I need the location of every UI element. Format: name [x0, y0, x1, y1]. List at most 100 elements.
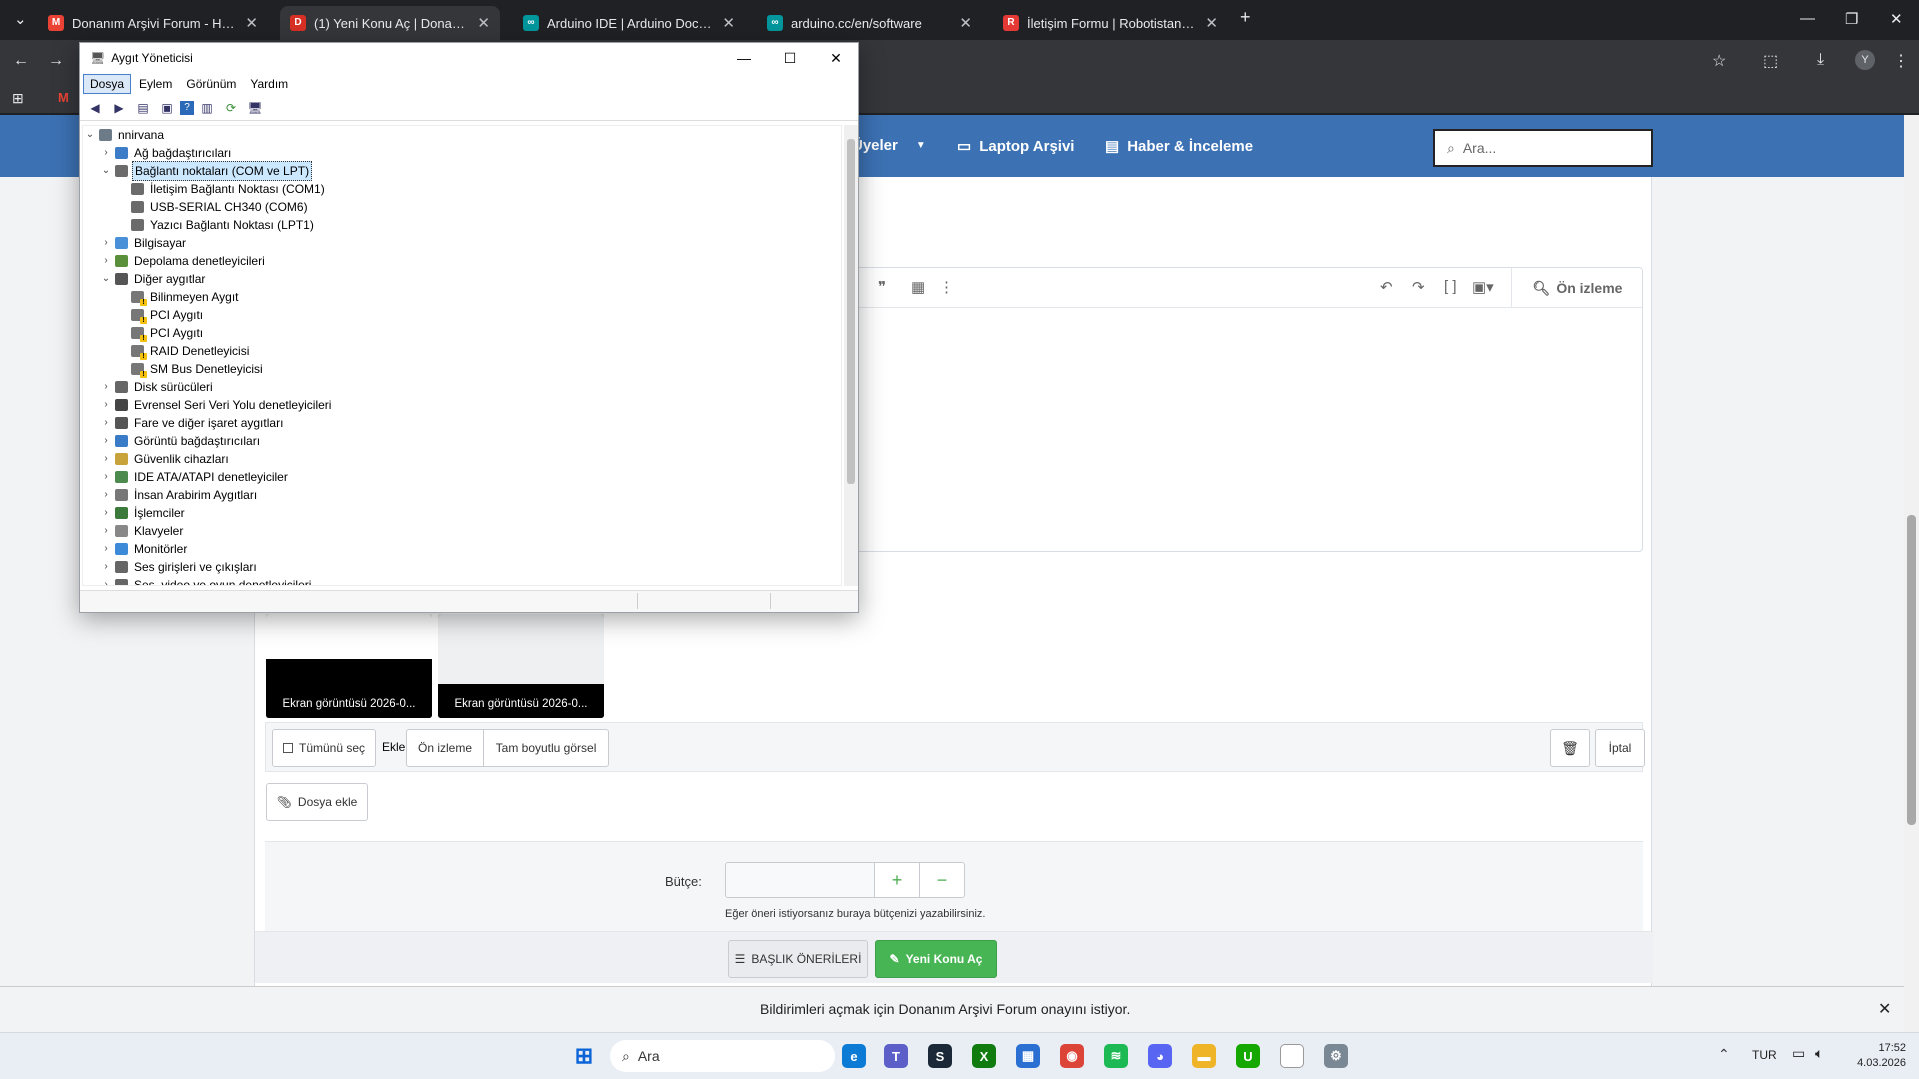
- tab-close-icon[interactable]: ✕: [245, 14, 258, 32]
- tree-device[interactable]: PCI Aygıtı: [83, 306, 823, 324]
- chrome-icon[interactable]: ◉: [1060, 1044, 1084, 1068]
- back-arrow-icon[interactable]: ◀: [84, 98, 106, 118]
- increment-button[interactable]: +: [874, 862, 920, 898]
- chevron-down-icon[interactable]: ▼: [916, 140, 926, 151]
- tree-device[interactable]: SM Bus Denetleyicisi: [83, 360, 823, 378]
- browser-tab[interactable]: R İletişim Formu | Robotistan.com ✕: [993, 6, 1228, 40]
- teams-icon[interactable]: T: [884, 1044, 908, 1068]
- maximize-icon[interactable]: ☐: [767, 43, 813, 73]
- tree-category[interactable]: › Klavyeler: [83, 522, 823, 540]
- chevron-right-icon[interactable]: ›: [99, 414, 113, 432]
- tree-category[interactable]: › İşlemciler: [83, 504, 823, 522]
- tree-root[interactable]: ⌄ nnirvana: [83, 126, 823, 144]
- chevron-down-icon[interactable]: ⌄: [99, 162, 113, 180]
- device-manager-icon[interactable]: ⚙: [1324, 1044, 1348, 1068]
- bookmark-star-icon[interactable]: ☆: [1712, 51, 1726, 71]
- taskbar-search[interactable]: ⌕ Ara: [610, 1040, 835, 1072]
- tree-category[interactable]: › Görüntü bağdaştırıcıları: [83, 432, 823, 450]
- network-icon[interactable]: ▭: [1792, 1045, 1805, 1062]
- chevron-right-icon[interactable]: ›: [99, 468, 113, 486]
- spotify-icon[interactable]: ≋: [1104, 1044, 1128, 1068]
- update-driver-icon[interactable]: ⟳: [220, 98, 242, 118]
- apps-grid-icon[interactable]: ⊞: [12, 90, 24, 107]
- tree-category[interactable]: › Ağ bağdaştırıcıları: [83, 144, 823, 162]
- bbcode-toggle-icon[interactable]: [ ]: [1444, 278, 1457, 295]
- help-icon[interactable]: ?: [180, 100, 194, 115]
- chevron-right-icon[interactable]: ›: [99, 504, 113, 522]
- tree-category[interactable]: › İnsan Arabirim Aygıtları: [83, 486, 823, 504]
- forward-arrow-icon[interactable]: ▶: [108, 98, 130, 118]
- nav-laptop-archive[interactable]: ▭ Laptop Arşivi: [957, 137, 1074, 156]
- tree-category[interactable]: › Depolama denetleyicileri: [83, 252, 823, 270]
- tab-search-icon[interactable]: ⌄: [14, 10, 27, 28]
- start-button[interactable]: ⊞: [572, 1043, 596, 1068]
- tree-category[interactable]: › Evrensel Seri Veri Yolu denetleyicileri: [83, 396, 823, 414]
- browser-tab[interactable]: D (1) Yeni Konu Aç | Donanım Arşivi ✕: [280, 6, 500, 40]
- chevron-right-icon[interactable]: ›: [99, 234, 113, 252]
- tree-category[interactable]: › Disk sürücüleri: [83, 378, 823, 396]
- show-hide-tree-icon[interactable]: ▤: [132, 98, 154, 118]
- chevron-right-icon[interactable]: ›: [99, 558, 113, 576]
- tree-category[interactable]: › Güvenlik cihazları: [83, 450, 823, 468]
- decrement-button[interactable]: −: [919, 862, 965, 898]
- chevron-right-icon[interactable]: ›: [99, 450, 113, 468]
- preview-button[interactable]: 🔍︎ Ön izleme: [1511, 268, 1643, 308]
- tab-close-icon[interactable]: ✕: [477, 14, 490, 32]
- chevron-right-icon[interactable]: ›: [99, 378, 113, 396]
- chevron-right-icon[interactable]: ›: [99, 576, 113, 585]
- table-icon[interactable]: ▦: [911, 278, 925, 296]
- add-file-button[interactable]: 📎︎ Dosya ekle: [266, 783, 368, 821]
- explorer-icon[interactable]: ▬: [1192, 1044, 1216, 1068]
- back-icon[interactable]: ←: [13, 52, 29, 70]
- upwork-icon[interactable]: U: [1236, 1044, 1260, 1068]
- tab-close-icon[interactable]: ✕: [959, 14, 972, 32]
- quote-icon[interactable]: ❞: [878, 278, 886, 296]
- menu-view[interactable]: Görünüm: [180, 75, 242, 93]
- steam-icon[interactable]: S: [928, 1044, 952, 1068]
- minimize-icon[interactable]: —: [1800, 10, 1815, 27]
- close-icon[interactable]: ✕: [813, 43, 859, 73]
- properties-icon[interactable]: ▣: [156, 98, 178, 118]
- cancel-button[interactable]: İptal: [1595, 729, 1645, 767]
- tab-close-icon[interactable]: ✕: [722, 14, 735, 32]
- menu-action[interactable]: Eylem: [133, 75, 178, 93]
- title-suggestions-button[interactable]: ☰ BAŞLIK ÖNERİLERİ: [728, 940, 868, 978]
- chevron-right-icon[interactable]: ›: [99, 432, 113, 450]
- tree-device[interactable]: İletişim Bağlantı Noktası (COM1): [83, 180, 823, 198]
- new-tab-button[interactable]: +: [1240, 7, 1251, 28]
- volume-icon[interactable]: 🔈︎: [1815, 1045, 1823, 1062]
- scrollbar-thumb[interactable]: [847, 139, 855, 484]
- clock[interactable]: 17:52 4.03.2026: [1848, 1041, 1906, 1071]
- show-hidden-icons-icon[interactable]: ⌃: [1718, 1046, 1730, 1063]
- xbox-icon[interactable]: X: [972, 1044, 996, 1068]
- nav-members[interactable]: Üyeler ▼: [852, 137, 926, 154]
- tree-device[interactable]: Bilinmeyen Aygıt: [83, 288, 823, 306]
- chevron-right-icon[interactable]: ›: [99, 252, 113, 270]
- menu-help[interactable]: Yardım: [244, 75, 294, 93]
- tree-device[interactable]: RAID Denetleyicisi: [83, 342, 823, 360]
- chevron-right-icon[interactable]: ›: [99, 486, 113, 504]
- chevron-right-icon[interactable]: ›: [99, 540, 113, 558]
- tree-category[interactable]: ⌄ Diğer aygıtlar: [83, 270, 823, 288]
- tree-category[interactable]: › Fare ve diğer işaret aygıtları: [83, 414, 823, 432]
- tree-category[interactable]: › Bilgisayar: [83, 234, 823, 252]
- chevron-right-icon[interactable]: ›: [99, 396, 113, 414]
- gmail-icon[interactable]: M: [58, 90, 69, 105]
- drafts-icon[interactable]: ▣▾: [1472, 278, 1494, 296]
- nav-news[interactable]: ▤ Haber & İnceleme: [1105, 137, 1253, 156]
- redo-icon[interactable]: ↷: [1412, 278, 1425, 296]
- chevron-down-icon[interactable]: ⌄: [83, 126, 97, 144]
- insert-full-size-button[interactable]: Tam boyutlu görsel: [483, 729, 609, 767]
- attachment-thumbnail[interactable]: Ekran görüntüsü 2026-0...: [266, 614, 432, 718]
- extensions-icon[interactable]: ⬚: [1763, 51, 1778, 71]
- notepad-icon[interactable]: [1280, 1044, 1304, 1068]
- select-all-button[interactable]: Tümünü seç: [272, 729, 376, 767]
- chevron-down-icon[interactable]: ⌄: [99, 270, 113, 288]
- tab-close-icon[interactable]: ✕: [1205, 14, 1218, 32]
- attachment-thumbnail[interactable]: Ekran görüntüsü 2026-0...: [438, 614, 604, 718]
- tree-category[interactable]: › Ses, video ve oyun denetleyicileri: [83, 576, 823, 585]
- more-options-icon[interactable]: ⋮: [939, 278, 954, 296]
- close-window-icon[interactable]: ✕: [1890, 10, 1903, 28]
- budget-input[interactable]: [725, 862, 875, 898]
- tree-category[interactable]: › Ses girişleri ve çıkışları: [83, 558, 823, 576]
